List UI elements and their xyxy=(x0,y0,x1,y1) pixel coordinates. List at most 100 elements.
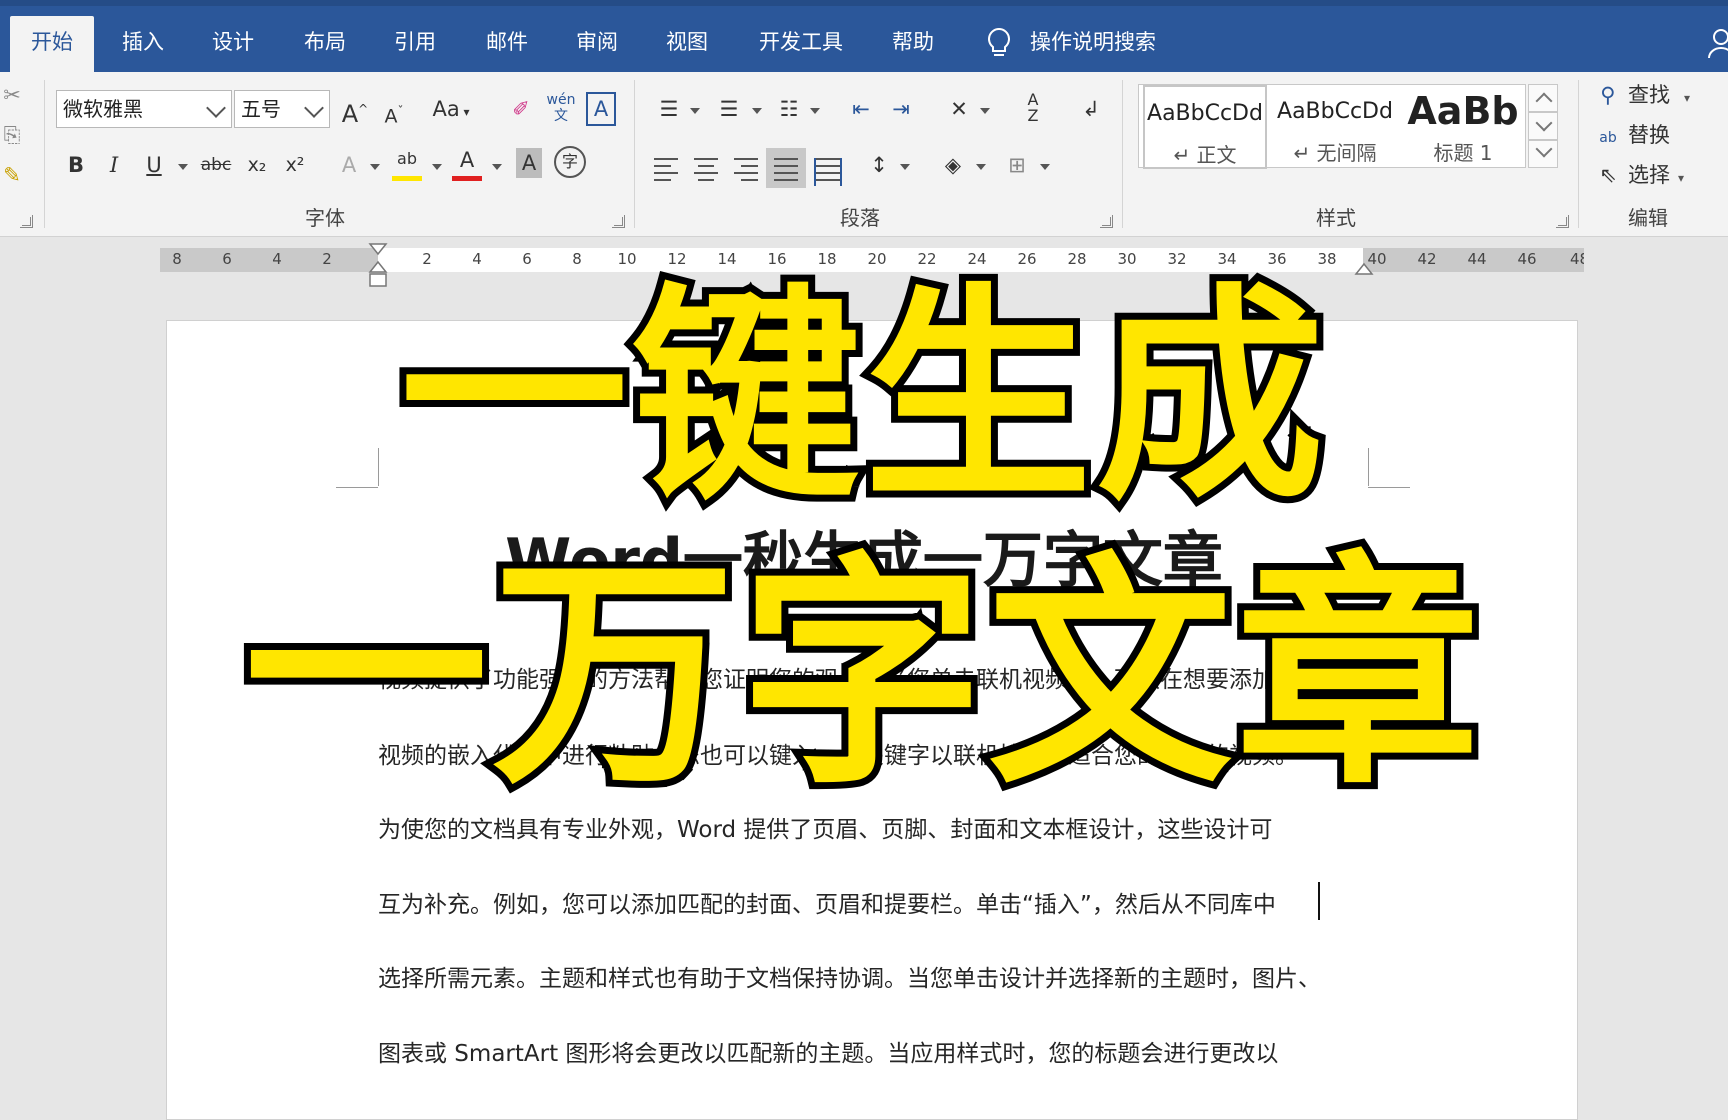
tab-design[interactable]: 设计 xyxy=(198,24,268,60)
chevron-down-icon[interactable] xyxy=(690,108,700,114)
style-name: ↵ 无间隔 xyxy=(1293,141,1377,165)
align-center-icon[interactable] xyxy=(694,158,718,186)
tab-layout[interactable]: 布局 xyxy=(290,24,360,60)
font-name-combo[interactable]: 微软雅黑 xyxy=(56,90,232,128)
font-launcher-icon[interactable] xyxy=(612,215,625,228)
style-sample: AaBbCcDd xyxy=(1277,99,1393,124)
find-button[interactable]: ⚲ 查找 ▾ xyxy=(1596,78,1690,112)
chevron-down-icon[interactable] xyxy=(432,164,442,170)
align-left-icon[interactable] xyxy=(654,158,678,186)
character-shading-icon[interactable]: A xyxy=(516,148,542,178)
styles-scroll-down-button[interactable] xyxy=(1528,112,1558,140)
style-sample: AaBb xyxy=(1407,89,1519,133)
tab-view[interactable]: 视图 xyxy=(652,24,722,60)
grow-font-icon[interactable]: A^ xyxy=(340,92,370,128)
chevron-down-icon[interactable] xyxy=(752,108,762,114)
character-border-icon[interactable]: A xyxy=(586,92,616,126)
format-painter-icon[interactable]: ✎ xyxy=(0,158,24,192)
text-effects-icon[interactable]: A xyxy=(334,148,364,182)
paragraph-group-label: 段落 xyxy=(840,206,880,230)
style-name: ↵ 正文 xyxy=(1173,143,1237,167)
shrink-font-icon[interactable]: Aˇ xyxy=(380,94,408,128)
group-separator xyxy=(1578,80,1579,228)
tab-review[interactable]: 审阅 xyxy=(562,24,632,60)
select-label: 选择 xyxy=(1628,163,1670,187)
change-case-icon[interactable]: Aa ▾ xyxy=(426,92,476,126)
chevron-down-icon[interactable] xyxy=(900,164,910,170)
enclose-characters-icon[interactable]: 字 xyxy=(554,146,586,178)
chevron-down-icon[interactable] xyxy=(1040,164,1050,170)
replace-label: 替换 xyxy=(1628,123,1670,147)
superscript-button[interactable]: x² xyxy=(280,148,310,182)
bold-button[interactable]: B xyxy=(62,148,90,182)
search-icon: ⚲ xyxy=(1600,83,1616,107)
chinese-layout-icon[interactable]: ✕ xyxy=(944,92,974,126)
body-line: 图表或 SmartArt 图形将会更改以匹配新的主题。当应用样式时，您的标题会进… xyxy=(378,1041,1279,1067)
clipboard-launcher-icon[interactable] xyxy=(20,215,33,228)
style-name: 标题 1 xyxy=(1433,141,1493,165)
increase-indent-icon[interactable]: ⇥ xyxy=(886,92,916,126)
font-color-icon[interactable]: A xyxy=(452,146,482,181)
styles-more-button[interactable] xyxy=(1528,140,1558,168)
font-size-combo[interactable]: 五号 xyxy=(234,90,330,128)
chevron-down-icon[interactable] xyxy=(980,108,990,114)
italic-button[interactable]: I xyxy=(100,148,128,182)
tab-insert[interactable]: 插入 xyxy=(108,24,178,60)
bullets-icon[interactable]: ☰ xyxy=(654,92,684,126)
replace-button[interactable]: ab 替换 xyxy=(1596,118,1670,152)
style-sample: AaBbCcDd xyxy=(1147,101,1263,126)
group-separator xyxy=(44,80,45,228)
decrease-indent-icon[interactable]: ⇤ xyxy=(846,92,876,126)
tab-help[interactable]: 帮助 xyxy=(878,24,948,60)
chevron-down-icon xyxy=(1535,114,1553,132)
line-spacing-icon[interactable]: ↕ xyxy=(864,148,894,182)
subscript-button[interactable]: x₂ xyxy=(242,148,272,182)
chevron-up-icon xyxy=(1535,92,1553,110)
strikethrough-button[interactable]: abc xyxy=(196,148,236,182)
select-button[interactable]: ⇖ 选择 ▾ xyxy=(1596,158,1684,192)
tab-mailings[interactable]: 邮件 xyxy=(472,24,542,60)
borders-icon[interactable]: ⊞ xyxy=(1002,148,1032,182)
chevron-down-icon xyxy=(1535,140,1553,158)
numbering-icon[interactable]: ☰ xyxy=(714,92,744,126)
tell-me-search[interactable]: 操作说明搜索 xyxy=(1030,24,1156,60)
replace-icon: ab xyxy=(1599,130,1617,146)
tab-references[interactable]: 引用 xyxy=(380,24,450,60)
editing-group-label: 编辑 xyxy=(1628,206,1668,230)
chevron-down-icon[interactable] xyxy=(370,164,380,170)
cursor-arrow-icon: ⇖ xyxy=(1599,163,1617,187)
justify-icon[interactable] xyxy=(774,158,798,186)
sort-icon[interactable]: AZ xyxy=(1018,92,1048,126)
shading-icon[interactable]: ◈ xyxy=(938,148,968,182)
user-icon[interactable] xyxy=(1706,26,1728,60)
group-separator xyxy=(1122,80,1123,228)
chevron-down-icon[interactable] xyxy=(976,164,986,170)
clear-formatting-icon[interactable]: ✐ xyxy=(506,92,536,126)
style-normal[interactable]: AaBbCcDd ↵ 正文 xyxy=(1143,85,1267,169)
chevron-down-icon[interactable] xyxy=(492,164,502,170)
multilevel-list-icon[interactable]: ☷ xyxy=(774,92,804,126)
tab-developer[interactable]: 开发工具 xyxy=(750,24,852,60)
chevron-down-icon[interactable] xyxy=(304,98,324,118)
styles-launcher-icon[interactable] xyxy=(1556,215,1569,228)
show-marks-icon[interactable]: ↲ xyxy=(1076,92,1106,126)
phonetic-guide-icon[interactable]: wén 文 xyxy=(546,92,576,126)
lightbulb-icon[interactable] xyxy=(984,26,1014,60)
style-no-spacing[interactable]: AaBbCcDd ↵ 无间隔 xyxy=(1273,85,1397,169)
text-cursor xyxy=(1318,882,1320,920)
style-heading-1[interactable]: AaBb 标题 1 xyxy=(1401,85,1525,169)
highlight-color-icon[interactable]: ab xyxy=(392,146,422,181)
chevron-down-icon[interactable] xyxy=(206,98,226,118)
styles-group-label: 样式 xyxy=(1316,206,1356,230)
align-right-icon[interactable] xyxy=(734,158,758,186)
paragraph-launcher-icon[interactable] xyxy=(1100,215,1113,228)
cut-icon[interactable]: ✂ xyxy=(0,78,24,112)
tab-home[interactable]: 开始 xyxy=(10,16,94,72)
copy-icon[interactable]: ⎘ xyxy=(0,118,24,152)
font-group-label: 字体 xyxy=(305,206,345,230)
underline-button[interactable]: U xyxy=(140,148,168,182)
styles-scroll-up-button[interactable] xyxy=(1528,84,1558,112)
chevron-down-icon[interactable] xyxy=(810,108,820,114)
chevron-down-icon[interactable] xyxy=(178,164,188,170)
distributed-icon[interactable] xyxy=(814,158,842,186)
